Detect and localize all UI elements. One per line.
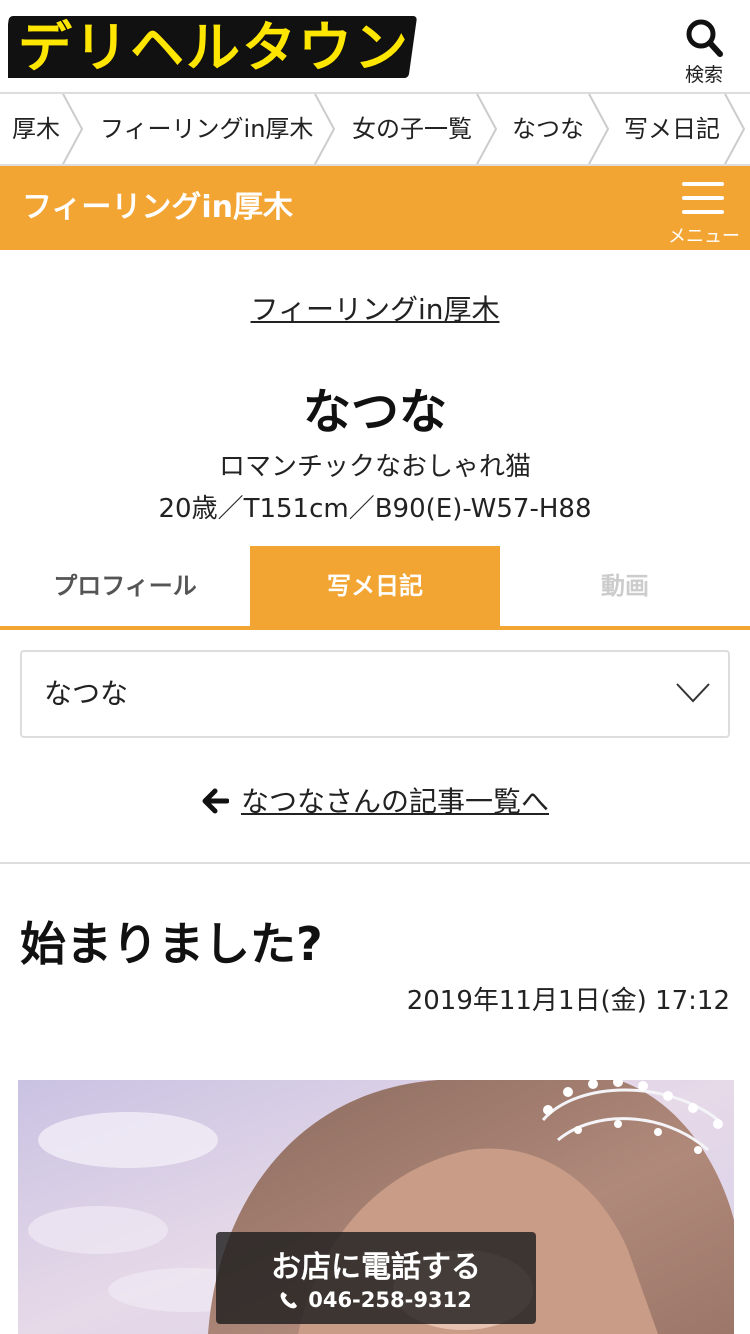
tab-profile[interactable]: プロフィール <box>0 546 250 626</box>
arrow-left-icon <box>202 788 230 814</box>
article-date: 2019年11月1日(金) 17:12 <box>406 986 730 1016</box>
breadcrumb-item-girl[interactable]: なつな <box>512 94 584 164</box>
chevron-right-icon <box>313 94 336 164</box>
chevron-right-icon <box>723 94 746 164</box>
call-shop-button[interactable]: お店に電話する 046-258-9312 <box>216 1232 536 1324</box>
girl-select-value: なつな <box>44 677 129 710</box>
breadcrumb-item-diary[interactable]: 写メ日記 <box>624 94 720 164</box>
chevron-right-icon <box>61 94 84 164</box>
breadcrumb: 厚木 フィーリングin厚木 女の子一覧 なつな 写メ日記 <box>0 92 750 166</box>
tab-photo-diary[interactable]: 写メ日記 <box>250 546 500 626</box>
profile-tabs: プロフィール 写メ日記 動画 <box>0 546 750 630</box>
girl-select[interactable]: なつな <box>20 650 730 738</box>
article-title: 始まりました? <box>20 917 323 971</box>
shop-bar-title[interactable]: フィーリングin厚木 <box>22 166 293 250</box>
search-button[interactable]: 検索 <box>680 18 728 88</box>
shop-bar: フィーリングin厚木 メニュー <box>0 166 750 250</box>
chevron-down-icon <box>676 683 710 703</box>
girl-catchphrase: ロマンチックなおしゃれ猫 <box>218 452 531 482</box>
divider <box>0 862 750 864</box>
breadcrumb-item-shop[interactable]: フィーリングin厚木 <box>100 94 313 164</box>
breadcrumb-item-area[interactable]: 厚木 <box>12 94 60 164</box>
call-shop-number: 046-258-9312 <box>216 1288 536 1312</box>
back-to-article-list-link[interactable]: なつなさんの記事一覧へ <box>0 780 750 820</box>
girl-spec: 20歳／T151cm／B90(E)-W57-H88 <box>158 494 592 524</box>
shop-name-link-text[interactable]: フィーリングin厚木 <box>251 293 500 326</box>
shop-name-link: フィーリングin厚木 <box>0 288 750 328</box>
search-icon <box>686 19 723 57</box>
chevron-right-icon <box>587 94 610 164</box>
menu-button[interactable]: メニュー <box>664 178 744 248</box>
site-logo[interactable]: デリヘルタウン デリヘルタウン <box>0 10 420 82</box>
breadcrumb-item-girls[interactable]: 女の子一覧 <box>352 94 472 164</box>
back-link-text: なつなさんの記事一覧へ <box>240 785 549 818</box>
site-logo-image: デリヘルタウン デリヘルタウン <box>0 15 417 81</box>
phone-icon <box>280 1292 298 1309</box>
svg-text:デリヘルタウン: デリヘルタウン <box>18 16 410 79</box>
search-label: 検索 <box>684 64 723 86</box>
call-shop-label: お店に電話する <box>271 1250 481 1285</box>
chevron-right-icon <box>475 94 498 164</box>
menu-label: メニュー <box>668 226 740 247</box>
tab-video[interactable]: 動画 <box>500 546 750 626</box>
girl-name: なつな <box>302 384 447 440</box>
call-shop-number-text: 046-258-9312 <box>308 1288 472 1312</box>
site-header: デリヘルタウン デリヘルタウン 検索 <box>0 0 750 92</box>
